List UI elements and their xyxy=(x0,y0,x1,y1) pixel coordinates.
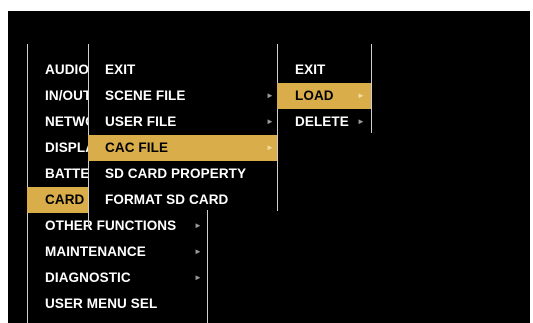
root-item-label: CARD xyxy=(45,192,85,207)
submenu-arrow-icon: ► xyxy=(194,221,203,230)
cac-item-label: EXIT xyxy=(295,62,326,77)
cac-item-delete[interactable]: DELETE ► xyxy=(277,109,371,135)
card-item-scene-file[interactable]: SCENE FILE ► xyxy=(88,83,277,109)
cac-item-exit[interactable]: EXIT xyxy=(277,57,371,83)
cac-item-label: DELETE xyxy=(295,114,349,129)
page: AUDIO IN/OUT NETWORK DISPLAY BATTERY CAR… xyxy=(0,0,533,323)
card-item-label: EXIT xyxy=(105,62,136,77)
card-item-label: CAC FILE xyxy=(105,140,169,155)
root-item-diagnostic[interactable]: DIAGNOSTIC ► xyxy=(27,265,207,291)
root-item-label: DISPLAY xyxy=(45,140,88,155)
root-item-label: MAINTENANCE xyxy=(45,244,146,259)
submenu-arrow-icon: ► xyxy=(357,91,366,100)
root-item-label: IN/OUT xyxy=(45,88,88,103)
submenu-arrow-icon: ► xyxy=(194,247,203,256)
root-item-label: NETWORK xyxy=(45,114,88,129)
root-item-label: BATTERY xyxy=(45,166,88,181)
submenu-arrow-icon: ► xyxy=(266,117,275,126)
card-item-label: FORMAT SD CARD xyxy=(105,192,229,207)
root-item-user-menu-sel[interactable]: USER MENU SEL xyxy=(27,291,207,317)
root-item-label: DIAGNOSTIC xyxy=(45,270,131,285)
card-item-cac-file[interactable]: CAC FILE ► xyxy=(88,135,277,161)
card-item-label: SD CARD PROPERTY xyxy=(105,166,247,181)
root-item-label: USER MENU SEL xyxy=(45,296,158,311)
card-item-label: SCENE FILE xyxy=(105,88,186,103)
root-item-maintenance[interactable]: MAINTENANCE ► xyxy=(27,239,207,265)
card-item-exit[interactable]: EXIT xyxy=(88,57,277,83)
cac-item-label: LOAD xyxy=(295,88,334,103)
card-item-format-sd-card[interactable]: FORMAT SD CARD xyxy=(88,187,277,213)
submenu-arrow-icon: ► xyxy=(266,143,275,152)
submenu-arrow-icon: ► xyxy=(357,117,366,126)
root-item-label: AUDIO xyxy=(45,62,88,77)
card-item-label: USER FILE xyxy=(105,114,177,129)
root-item-label: OTHER FUNCTIONS xyxy=(45,218,177,233)
root-menu-right-divider xyxy=(207,210,208,323)
card-item-user-file[interactable]: USER FILE ► xyxy=(88,109,277,135)
submenu-arrow-icon: ► xyxy=(266,91,275,100)
cac-submenu-right-divider xyxy=(371,44,372,133)
root-item-card[interactable]: CARD xyxy=(27,187,88,213)
submenu-arrow-icon: ► xyxy=(194,273,203,282)
card-item-sd-card-property[interactable]: SD CARD PROPERTY xyxy=(88,161,277,187)
root-item-other-functions[interactable]: OTHER FUNCTIONS ► xyxy=(27,213,207,239)
cac-item-load[interactable]: LOAD ► xyxy=(277,83,371,109)
camera-menu-screen: AUDIO IN/OUT NETWORK DISPLAY BATTERY CAR… xyxy=(8,11,530,323)
